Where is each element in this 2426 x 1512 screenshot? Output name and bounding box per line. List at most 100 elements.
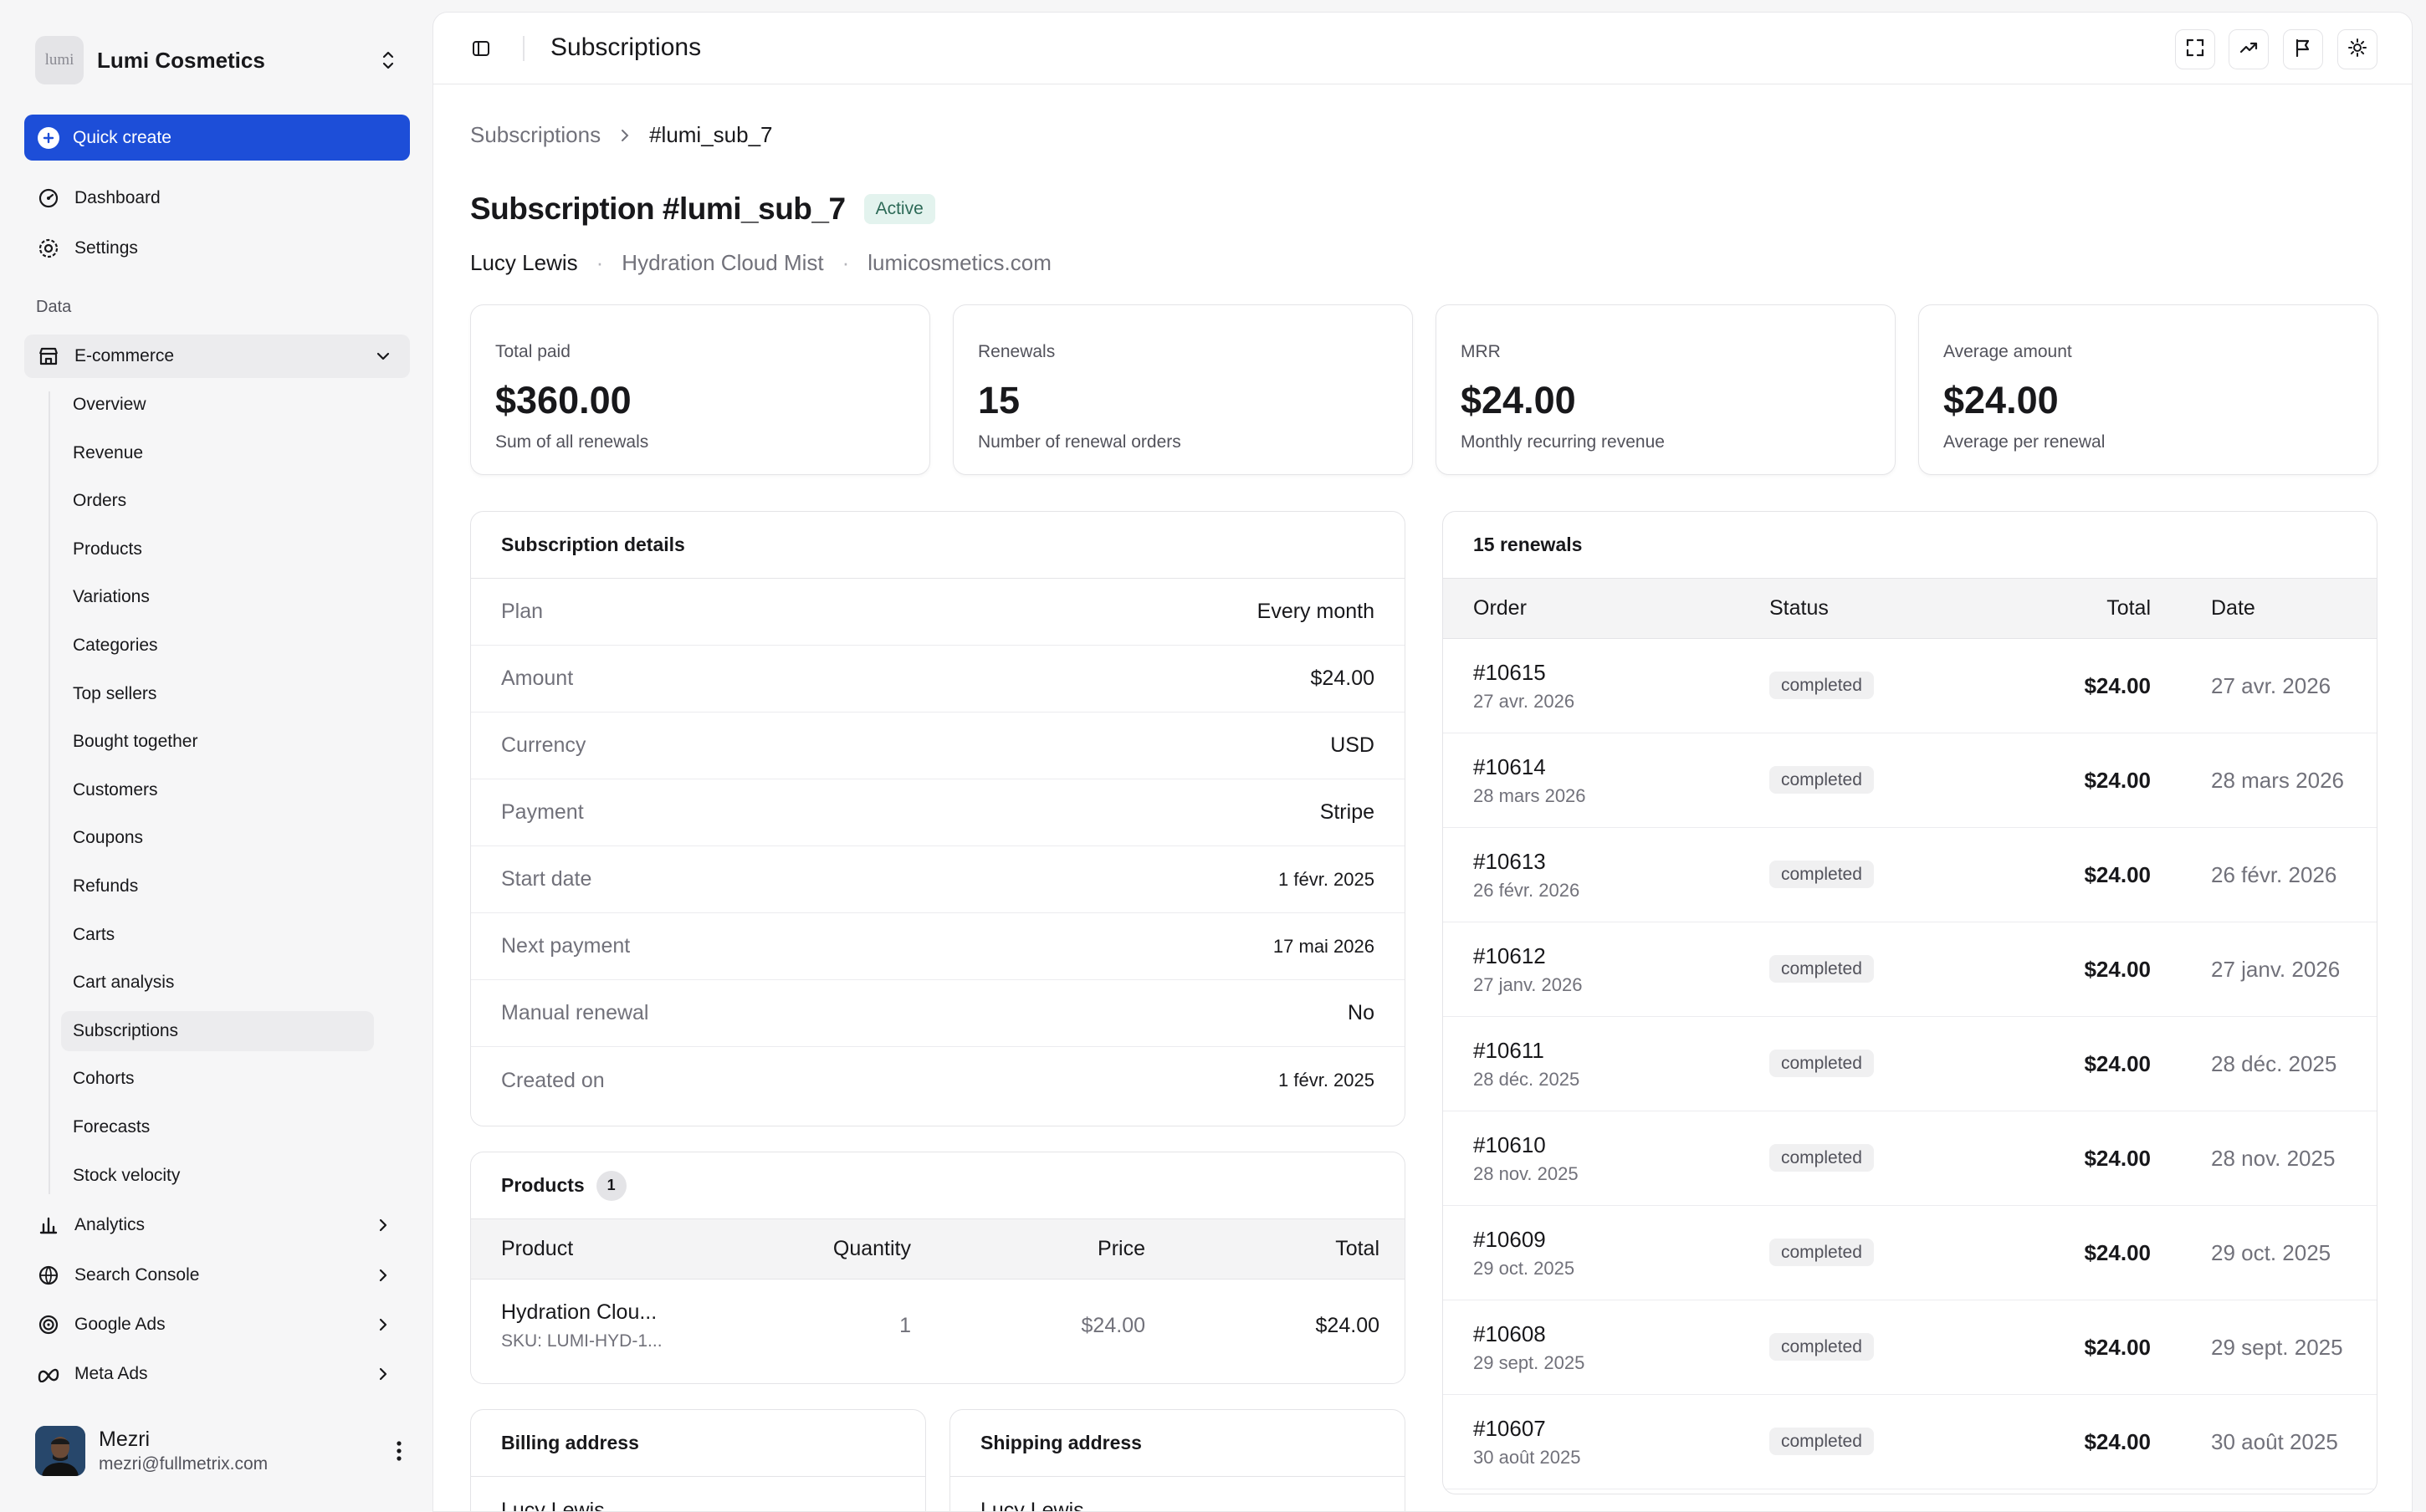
product-name[interactable]: Hydration Clou... — [501, 1300, 747, 1325]
sidebar-subitem-orders[interactable]: Orders — [61, 481, 374, 521]
order-id[interactable]: #10609 — [1473, 1227, 1769, 1253]
table-row[interactable]: #10607 30 août 2025 completed $24.00 30 août… — [1443, 1395, 2377, 1489]
search-console-icon — [36, 1263, 61, 1288]
workspace-switcher[interactable]: lumi Lumi Cosmetics — [35, 35, 405, 85]
sidebar-item-label: Google Ads — [74, 1315, 166, 1334]
table-row[interactable]: Hydration Clou... SKU: LUMI-HYD-1... 1 $… — [471, 1280, 1405, 1372]
sidebar-toggle-icon[interactable] — [467, 34, 495, 63]
renewals-card: 15 renewals Order Status Total Date #106… — [1442, 511, 2377, 1494]
sidebar-subitem-carts[interactable]: Carts — [61, 915, 374, 955]
sidebar-subitem-stock-velocity[interactable]: Stock velocity — [61, 1156, 374, 1196]
stat-description: Average per renewal — [1943, 432, 2106, 452]
sidebar-item-settings[interactable]: Settings — [24, 227, 410, 270]
order-id[interactable]: #10607 — [1473, 1416, 1769, 1442]
order-id[interactable]: #10608 — [1473, 1321, 1769, 1347]
sidebar-subitem-cohorts[interactable]: Cohorts — [61, 1059, 374, 1099]
table-row[interactable]: #10613 26 févr. 2026 completed $24.00 26 fév… — [1443, 828, 2377, 922]
sidebar-subitem-cart-analysis[interactable]: Cart analysis — [61, 963, 374, 1003]
sidebar-subitem-top-sellers[interactable]: Top sellers — [61, 674, 374, 714]
flag-button[interactable] — [2283, 29, 2323, 69]
order-id[interactable]: #10610 — [1473, 1132, 1769, 1158]
status-badge: completed — [1769, 1333, 1874, 1361]
sidebar-subitem-customers[interactable]: Customers — [61, 770, 374, 810]
column-header[interactable]: Total — [1962, 596, 2151, 621]
customer-name[interactable]: Lucy Lewis — [470, 250, 578, 276]
sidebar-subitem-categories[interactable]: Categories — [61, 626, 374, 666]
stat-card-average-amount: Average amount $24.00 Average per renewa… — [1918, 304, 2378, 475]
column-header[interactable]: Date — [2151, 596, 2255, 621]
table-row[interactable]: #10612 27 janv. 2026 completed $24.00 27 jan… — [1443, 922, 2377, 1017]
sidebar-item-dashboard[interactable]: Dashboard — [24, 176, 410, 220]
chevron-right-icon — [619, 128, 631, 143]
sidebar-item-label: Analytics — [74, 1215, 146, 1234]
trending-button[interactable] — [2229, 29, 2269, 69]
sidebar-subitem-forecasts[interactable]: Forecasts — [61, 1107, 374, 1147]
order-subdate: 26 févr. 2026 — [1473, 879, 1580, 901]
sidebar-subitem-subscriptions[interactable]: Subscriptions — [61, 1010, 374, 1051]
table-row[interactable]: #10611 28 déc. 2025 completed $24.00 28 déc.… — [1443, 1017, 2377, 1111]
status-badge: completed — [1769, 1144, 1874, 1172]
table-row[interactable]: #10614 28 mars 2026 completed $24.00 28 mars… — [1443, 733, 2377, 828]
card-title: Products — [501, 1174, 585, 1196]
sidebar-subitem-variations[interactable]: Variations — [61, 577, 374, 617]
table-row[interactable]: #10608 29 sept. 2025 completed $24.00 29 sep… — [1443, 1300, 2377, 1395]
table-row[interactable]: #10610 28 nov. 2025 completed $24.00 28 nov.… — [1443, 1111, 2377, 1206]
order-id[interactable]: #10612 — [1473, 943, 1769, 969]
more-vertical-icon[interactable] — [386, 1434, 412, 1468]
column-header[interactable]: Order — [1443, 596, 1769, 621]
sidebar-subitem-coupons[interactable]: Coupons — [61, 818, 374, 858]
sidebar-group-ecommerce[interactable]: E-commerce — [24, 335, 410, 378]
google-ads-icon — [36, 1312, 61, 1337]
sidebar-group-analytics[interactable]: Analytics — [24, 1203, 410, 1247]
sidebar-group-search-console[interactable]: Search Console — [24, 1254, 410, 1297]
sidebar-group-meta-ads[interactable]: Meta Ads — [24, 1352, 410, 1396]
page-title: Subscription #lumi_sub_7 — [470, 192, 846, 226]
order-date: 27 avr. 2026 — [2211, 672, 2331, 698]
table-row[interactable]: #10609 29 oct. 2025 completed $24.00 29 oct.… — [1443, 1206, 2377, 1300]
status-badge: Active — [863, 194, 935, 224]
sidebar-item-label: Search Console — [74, 1265, 200, 1285]
sidebar-subitem-bought-together[interactable]: Bought together — [61, 722, 374, 762]
order-id[interactable]: #10613 — [1473, 849, 1769, 875]
product-quantity: 1 — [899, 1313, 911, 1337]
theme-toggle-button[interactable] — [2337, 29, 2377, 69]
order-id[interactable]: #10615 — [1473, 660, 1769, 686]
count-badge: 1 — [596, 1170, 627, 1201]
breadcrumb: Subscriptions #lumi_sub_7 — [470, 122, 773, 148]
fullscreen-button[interactable] — [2175, 29, 2215, 69]
order-total: $24.00 — [2084, 672, 2151, 698]
column-header[interactable]: Quantity — [747, 1237, 911, 1261]
quick-create-button[interactable]: Quick create — [24, 115, 410, 161]
order-id[interactable]: #10611 — [1473, 1038, 1769, 1064]
column-header[interactable]: Total — [1145, 1237, 1379, 1261]
detail-value: No — [1348, 1001, 1374, 1024]
expand-icon — [2185, 38, 2205, 62]
gear-icon — [36, 236, 61, 261]
meta-icon — [36, 1361, 61, 1387]
status-badge: completed — [1769, 861, 1874, 888]
avatar — [35, 1426, 85, 1476]
chevron-up-down-icon[interactable] — [371, 43, 405, 77]
order-subdate: 29 oct. 2025 — [1473, 1257, 1575, 1279]
sidebar-subitem-products[interactable]: Products — [61, 529, 374, 570]
chevron-right-icon — [371, 1264, 395, 1287]
breadcrumb-link[interactable]: Subscriptions — [470, 122, 601, 148]
column-header[interactable]: Price — [911, 1237, 1145, 1261]
card-title: Shipping address — [950, 1410, 1405, 1477]
column-header[interactable]: Status — [1769, 596, 1962, 621]
stat-value: $24.00 — [1461, 379, 1576, 421]
order-id[interactable]: #10614 — [1473, 754, 1769, 780]
user-profile[interactable]: Mezri mezri@fullmetrix.com — [35, 1423, 412, 1479]
detail-label: Created on — [501, 1068, 605, 1092]
stat-label: Renewals — [978, 342, 1056, 361]
product-price: $24.00 — [1081, 1313, 1145, 1337]
table-row[interactable]: #10615 27 avr. 2026 completed $24.00 27 avr.… — [1443, 639, 2377, 733]
order-date: 30 août 2025 — [2211, 1428, 2338, 1454]
sidebar-subitem-revenue[interactable]: Revenue — [61, 433, 374, 473]
stat-label: MRR — [1461, 342, 1501, 361]
sidebar-group-google-ads[interactable]: Google Ads — [24, 1303, 410, 1346]
sidebar-subitem-overview[interactable]: Overview — [61, 385, 374, 425]
order-total: $24.00 — [2084, 861, 2151, 887]
sidebar-subitem-refunds[interactable]: Refunds — [61, 866, 374, 907]
column-header[interactable]: Product — [471, 1237, 747, 1261]
